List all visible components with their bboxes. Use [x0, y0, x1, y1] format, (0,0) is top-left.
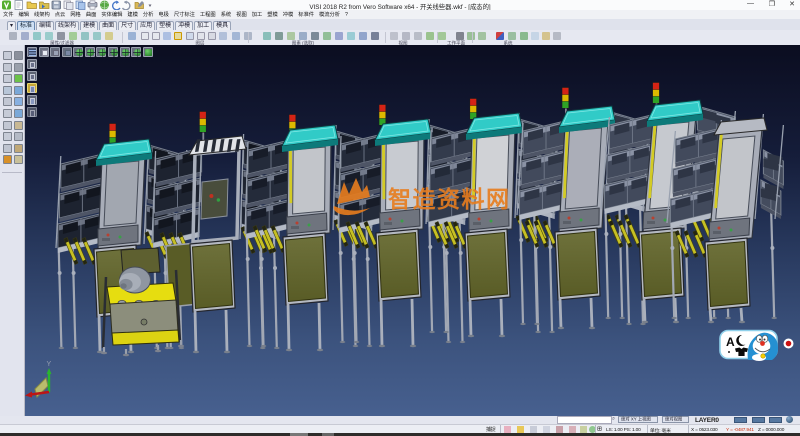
svg-text:智造资料网: 智造资料网 [388, 186, 511, 212]
svg-text:A: A [726, 335, 735, 349]
svg-text:Y: Y [47, 361, 52, 368]
